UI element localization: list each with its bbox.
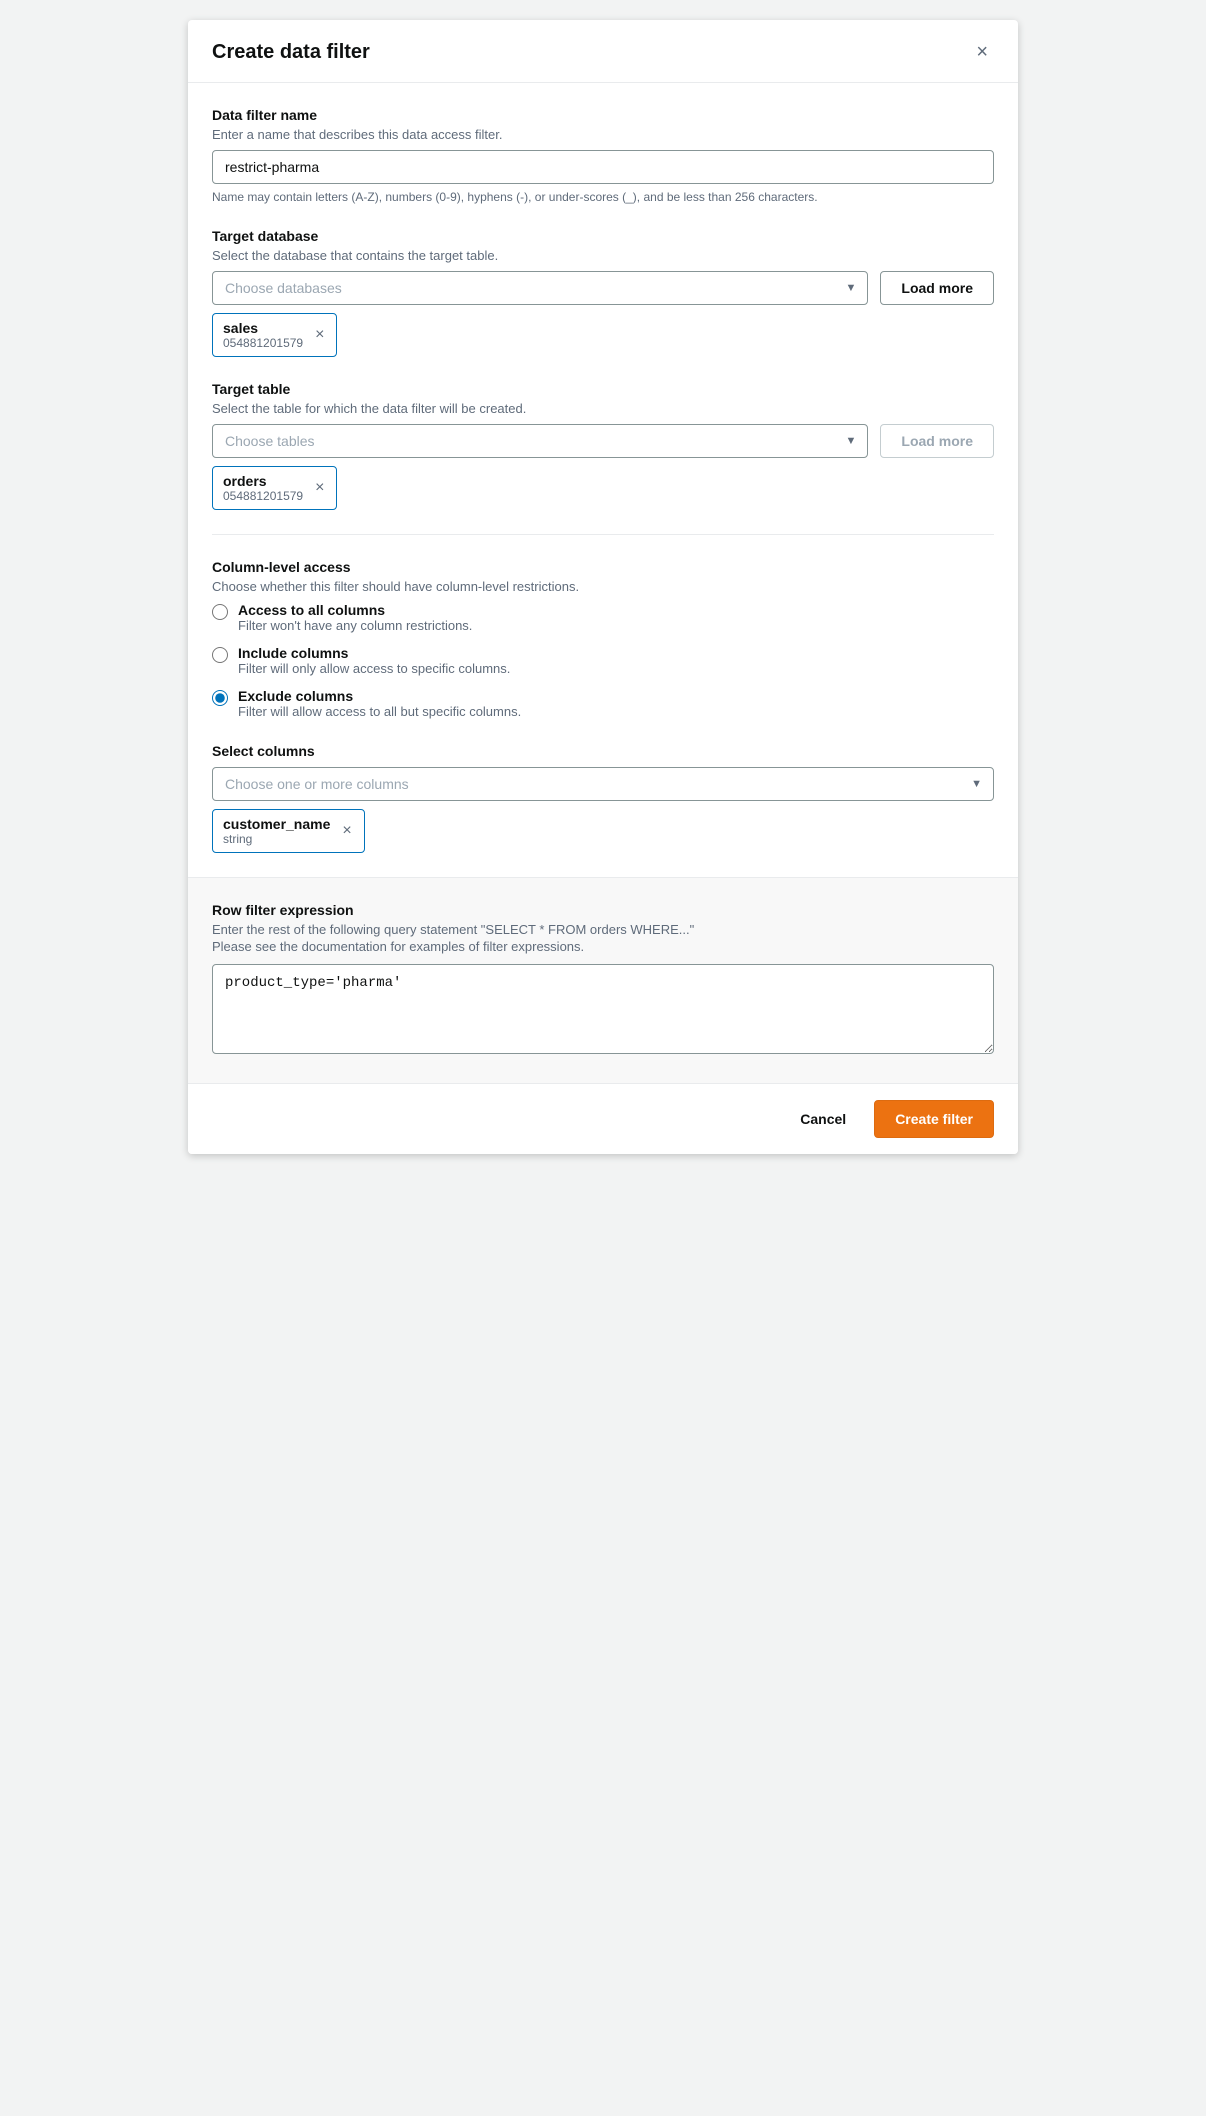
- data-filter-name-section: Data filter name Enter a name that descr…: [212, 107, 994, 204]
- radio-include-columns-title: Include columns: [238, 645, 510, 661]
- create-data-filter-dialog: Create data filter × Data filter name En…: [188, 20, 1018, 1154]
- select-columns-tag-sub: string: [223, 832, 330, 846]
- target-database-selected-tag: sales 054881201579 ×: [212, 313, 337, 357]
- data-filter-name-desc: Enter a name that describes this data ac…: [212, 127, 994, 142]
- create-filter-button[interactable]: Create filter: [874, 1100, 994, 1138]
- dialog-body: Data filter name Enter a name that descr…: [188, 83, 1018, 853]
- row-filter-section: Row filter expression Enter the rest of …: [188, 877, 1018, 1083]
- dialog-footer: Cancel Create filter: [188, 1083, 1018, 1154]
- target-table-row: Choose tables ▼ Load more: [212, 424, 994, 458]
- dialog-title: Create data filter: [212, 41, 370, 64]
- radio-all-columns-label: Access to all columns Filter won't have …: [238, 602, 472, 633]
- radio-option-exclude-columns: Exclude columns Filter will allow access…: [212, 688, 994, 719]
- data-filter-name-hint: Name may contain letters (A-Z), numbers …: [212, 190, 994, 204]
- radio-all-columns[interactable]: [212, 604, 228, 620]
- column-level-access-radio-group: Access to all columns Filter won't have …: [212, 602, 994, 719]
- radio-all-columns-title: Access to all columns: [238, 602, 472, 618]
- select-columns-select[interactable]: Choose one or more columns: [212, 767, 994, 801]
- radio-exclude-columns-title: Exclude columns: [238, 688, 521, 704]
- radio-exclude-columns[interactable]: [212, 690, 228, 706]
- data-filter-name-input[interactable]: [212, 150, 994, 184]
- select-columns-tag-name: customer_name: [223, 816, 330, 832]
- target-database-select-wrapper: Choose databases ▼: [212, 271, 868, 305]
- target-table-section: Target table Select the table for which …: [212, 381, 994, 510]
- select-columns-selected-tag: customer_name string ×: [212, 809, 365, 853]
- divider-1: [212, 534, 994, 535]
- column-level-access-desc: Choose whether this filter should have c…: [212, 579, 994, 594]
- target-table-select[interactable]: Choose tables: [212, 424, 868, 458]
- column-level-access-label: Column-level access: [212, 559, 994, 575]
- select-columns-tag-remove-button[interactable]: ×: [340, 823, 353, 839]
- radio-include-columns-label: Include columns Filter will only allow a…: [238, 645, 510, 676]
- target-table-load-more-button[interactable]: Load more: [880, 424, 994, 458]
- radio-option-include-columns: Include columns Filter will only allow a…: [212, 645, 994, 676]
- radio-option-all-columns: Access to all columns Filter won't have …: [212, 602, 994, 633]
- target-database-tag-sub: 054881201579: [223, 336, 303, 350]
- target-database-desc: Select the database that contains the ta…: [212, 248, 994, 263]
- target-table-tag-name: orders: [223, 473, 303, 489]
- target-table-selected-tag: orders 054881201579 ×: [212, 466, 337, 510]
- target-database-tag-remove-button[interactable]: ×: [313, 327, 326, 343]
- data-filter-name-label: Data filter name: [212, 107, 994, 123]
- target-database-load-more-button[interactable]: Load more: [880, 271, 994, 305]
- target-table-label: Target table: [212, 381, 994, 397]
- target-table-select-wrapper: Choose tables ▼: [212, 424, 868, 458]
- target-database-label: Target database: [212, 228, 994, 244]
- radio-include-columns[interactable]: [212, 647, 228, 663]
- row-filter-desc-2: Please see the documentation for example…: [212, 939, 994, 954]
- cancel-button[interactable]: Cancel: [784, 1103, 862, 1135]
- radio-exclude-columns-desc: Filter will allow access to all but spec…: [238, 704, 521, 719]
- column-level-access-section: Column-level access Choose whether this …: [212, 559, 994, 719]
- row-filter-label: Row filter expression: [212, 902, 994, 918]
- target-database-section: Target database Select the database that…: [212, 228, 994, 357]
- target-table-tag-remove-button[interactable]: ×: [313, 480, 326, 496]
- select-columns-label: Select columns: [212, 743, 994, 759]
- radio-all-columns-desc: Filter won't have any column restriction…: [238, 618, 472, 633]
- select-columns-wrapper: Choose one or more columns ▼: [212, 767, 994, 801]
- target-database-row: Choose databases ▼ Load more: [212, 271, 994, 305]
- target-database-select[interactable]: Choose databases: [212, 271, 868, 305]
- select-columns-section: Select columns Choose one or more column…: [212, 743, 994, 853]
- target-table-desc: Select the table for which the data filt…: [212, 401, 994, 416]
- radio-include-columns-desc: Filter will only allow access to specifi…: [238, 661, 510, 676]
- row-filter-desc-1: Enter the rest of the following query st…: [212, 922, 994, 937]
- radio-exclude-columns-label: Exclude columns Filter will allow access…: [238, 688, 521, 719]
- target-database-tag-name: sales: [223, 320, 303, 336]
- close-button[interactable]: ×: [970, 40, 994, 64]
- dialog-header: Create data filter ×: [188, 20, 1018, 83]
- row-filter-textarea[interactable]: [212, 964, 994, 1054]
- target-table-tag-sub: 054881201579: [223, 489, 303, 503]
